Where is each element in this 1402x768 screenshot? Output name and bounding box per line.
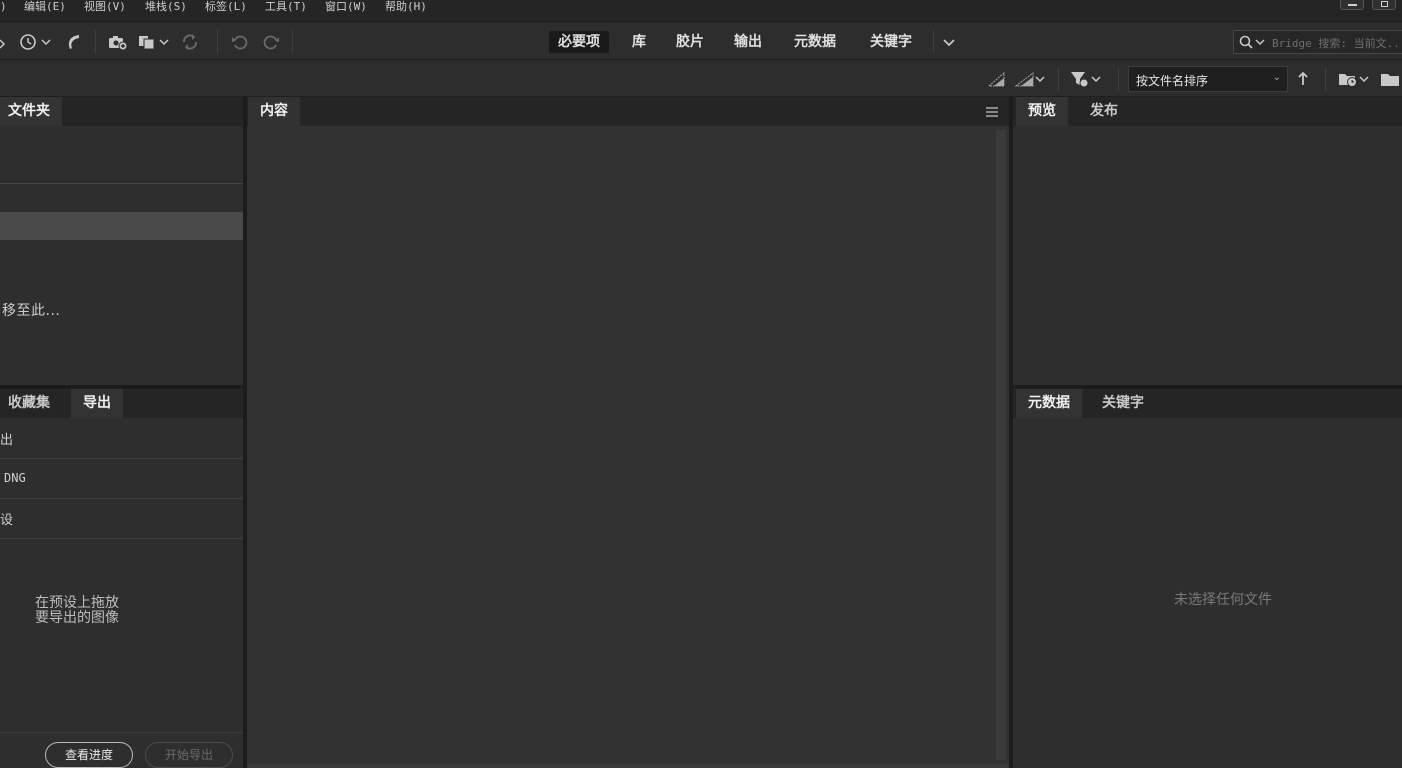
recent-folder-icon bbox=[1339, 74, 1369, 87]
refresh-icon bbox=[183, 34, 197, 50]
maximize-button[interactable] bbox=[1372, 0, 1396, 10]
chevron-down-icon: ⌄ bbox=[1272, 72, 1281, 83]
export-preset-row[interactable]: 出 bbox=[0, 429, 13, 448]
workspace-libraries[interactable]: 库 bbox=[623, 31, 655, 53]
quality-button[interactable] bbox=[988, 69, 1006, 89]
tab-metadata[interactable]: 元数据 bbox=[1016, 389, 1082, 418]
camera-import-icon bbox=[109, 36, 128, 51]
arrow-up-icon bbox=[1298, 71, 1308, 85]
filter-icon bbox=[1071, 72, 1101, 88]
metadata-panel: 元数据 关键字 未选择任何文件 bbox=[1013, 389, 1402, 768]
search-icon bbox=[1239, 35, 1265, 49]
start-export-button[interactable]: 开始导出 bbox=[145, 742, 233, 768]
view-progress-button[interactable]: 查看进度 bbox=[45, 742, 133, 768]
toolbar-divider bbox=[933, 30, 934, 54]
content-scrollbar[interactable] bbox=[996, 130, 1006, 760]
history-icon bbox=[20, 34, 51, 50]
export-tabbar: 收藏集 导出 bbox=[0, 389, 243, 418]
content-tabbar: 内容 bbox=[247, 97, 1009, 126]
recent-folder-button[interactable] bbox=[1338, 69, 1372, 89]
tab-preview[interactable]: 预览 bbox=[1016, 97, 1068, 126]
folder-row-selected[interactable] bbox=[0, 212, 243, 240]
search-placeholder: Bridge 搜索: 当前文... bbox=[1272, 37, 1402, 50]
row-divider bbox=[0, 538, 243, 539]
minimize-button[interactable] bbox=[1340, 0, 1364, 10]
menu-file-partial[interactable]: ) bbox=[0, 0, 7, 14]
workspace-output[interactable]: 输出 bbox=[725, 31, 771, 53]
menu-view[interactable]: 视图(V) bbox=[84, 0, 126, 14]
rotate-left-icon bbox=[232, 35, 248, 50]
new-folder-button[interactable] bbox=[1380, 69, 1400, 89]
chevron-down-icon bbox=[943, 39, 955, 47]
tab-collections[interactable]: 收藏集 bbox=[0, 389, 62, 418]
tab-publish[interactable]: 发布 bbox=[1078, 97, 1130, 126]
rotate-right-icon bbox=[263, 35, 279, 50]
export-preset-row[interactable]: 设 bbox=[0, 509, 13, 528]
export-panel: 收藏集 导出 出 DNG 设 在预设上拖放 要导出的图像 查看进度 开始导出 bbox=[0, 389, 243, 768]
toolbar-divider bbox=[95, 30, 96, 54]
folders-tabbar: 文件夹 bbox=[0, 97, 243, 126]
folder-icon bbox=[1381, 74, 1399, 86]
workspace-metadata[interactable]: 元数据 bbox=[785, 31, 845, 53]
menu-window[interactable]: 窗口(W) bbox=[325, 0, 367, 14]
metadata-tabbar: 元数据 关键字 bbox=[1013, 389, 1402, 418]
toolbar-divider bbox=[1058, 67, 1059, 91]
thumbnail-quality-button[interactable] bbox=[1015, 69, 1047, 89]
get-photos-button[interactable] bbox=[108, 32, 128, 52]
workspace-more-button[interactable] bbox=[942, 32, 956, 52]
preview-tabbar: 预览 发布 bbox=[1013, 97, 1402, 126]
tab-folders[interactable]: 文件夹 bbox=[0, 97, 62, 126]
workspace-filmstrip[interactable]: 胶片 bbox=[667, 31, 713, 53]
sort-select-label: 按文件名排序 bbox=[1136, 74, 1209, 88]
maximize-icon bbox=[1381, 1, 1388, 7]
refine-button[interactable] bbox=[138, 32, 172, 52]
row-divider bbox=[0, 458, 243, 459]
back-chevron-icon[interactable] bbox=[0, 32, 6, 52]
export-preset-row[interactable]: DNG bbox=[4, 471, 26, 485]
quality-icon bbox=[988, 71, 1005, 87]
menu-edit[interactable]: 编辑(E) bbox=[24, 0, 66, 14]
main-toolbar: 必要项 库 胶片 输出 元数据 关键字 Bridge 搜索: 当前文... bbox=[0, 23, 1402, 60]
rotate-left-button[interactable] bbox=[230, 32, 250, 52]
menu-bar: ) 编辑(E) 视图(V) 堆栈(S) 标签(L) 工具(T) 窗口(W) 帮助… bbox=[0, 0, 1402, 22]
panel-menu-icon[interactable] bbox=[985, 106, 999, 118]
export-hint-line2: 要导出的图像 bbox=[35, 610, 119, 626]
toolbar-divider bbox=[1118, 67, 1119, 91]
row-divider bbox=[0, 498, 243, 499]
thumbnail-quality-icon bbox=[1015, 71, 1045, 87]
folder-drop-hint: 移至此... bbox=[2, 303, 61, 319]
sync-button[interactable] bbox=[180, 32, 200, 52]
toolbar-divider bbox=[217, 30, 218, 54]
rotate-right-button[interactable] bbox=[261, 32, 281, 52]
workspace-essentials[interactable]: 必要项 bbox=[549, 31, 609, 53]
menu-label[interactable]: 标签(L) bbox=[205, 0, 247, 14]
filter-button[interactable] bbox=[1070, 69, 1104, 89]
boomerang-icon bbox=[68, 35, 79, 49]
copy-stack-icon bbox=[139, 36, 169, 50]
panel-divider bbox=[0, 732, 243, 733]
toolbar-divider bbox=[292, 30, 293, 54]
toolbar-divider bbox=[1325, 67, 1326, 91]
folders-panel: 文件夹 移至此... bbox=[0, 97, 243, 385]
content-hscrollbar[interactable] bbox=[247, 764, 1009, 768]
menu-help[interactable]: 帮助(H) bbox=[385, 0, 427, 14]
content-panel: 内容 bbox=[247, 97, 1009, 768]
panel-divider bbox=[0, 183, 243, 184]
minimize-icon bbox=[1348, 4, 1357, 6]
tab-content[interactable]: 内容 bbox=[248, 97, 300, 126]
menu-tools[interactable]: 工具(T) bbox=[265, 0, 307, 14]
search-field[interactable]: Bridge 搜索: 当前文... bbox=[1233, 30, 1402, 54]
sort-direction-button[interactable] bbox=[1296, 69, 1310, 89]
filter-toolbar: 按文件名排序 ⌄ bbox=[0, 61, 1402, 97]
preview-panel: 预览 发布 bbox=[1013, 97, 1402, 385]
workspace-keywords[interactable]: 关键字 bbox=[861, 31, 921, 53]
tab-export[interactable]: 导出 bbox=[71, 389, 123, 418]
menu-stacks[interactable]: 堆栈(S) bbox=[145, 0, 187, 14]
no-file-selected-text: 未选择任何文件 bbox=[1174, 592, 1272, 608]
return-to-app-button[interactable] bbox=[64, 32, 82, 52]
sort-select[interactable]: 按文件名排序 ⌄ bbox=[1128, 66, 1288, 92]
tab-keywords[interactable]: 关键字 bbox=[1090, 389, 1156, 418]
recent-history-button[interactable] bbox=[18, 32, 52, 52]
